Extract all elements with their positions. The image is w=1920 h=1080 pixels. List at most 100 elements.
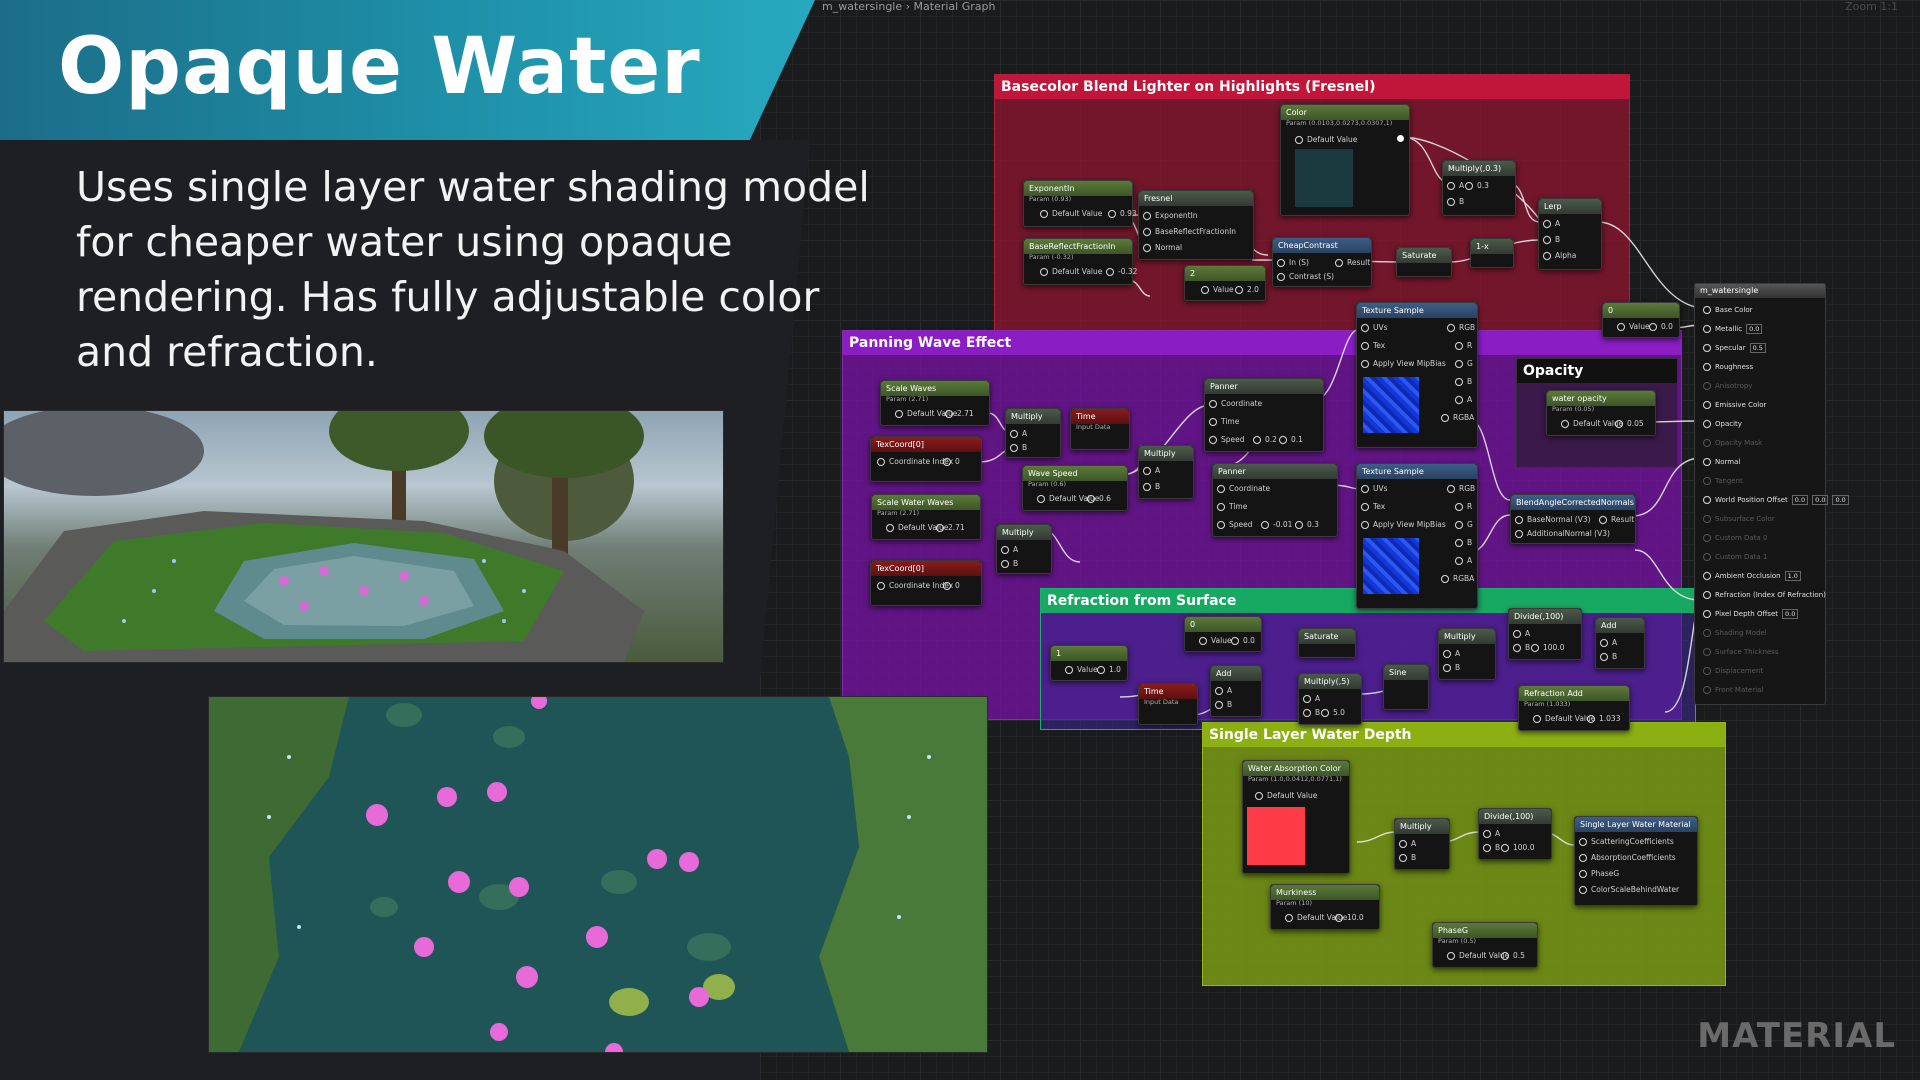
node-cheapcontrast-p1[interactable]: In (S) bbox=[1277, 258, 1309, 267]
node-scale-water-waves-val[interactable]: 2.71 bbox=[936, 523, 965, 532]
node-wave-speed-val[interactable]: 0.6 bbox=[1087, 494, 1111, 503]
node-divide-100-a-p2[interactable]: B bbox=[1513, 643, 1530, 652]
material-pin-subsurface-color[interactable]: Subsurface Color bbox=[1703, 515, 1775, 523]
node-add-2-p2[interactable]: B bbox=[1600, 652, 1617, 661]
node-multiply-b-p1[interactable]: A bbox=[1001, 545, 1018, 554]
node-const-0-ref[interactable]: 0 Value 0.0 bbox=[1184, 616, 1262, 652]
material-pin-value-val[interactable]: 1.0 bbox=[1784, 571, 1801, 581]
node-panner-2[interactable]: Panner Coordinate Time Speed -0.01 0.3 bbox=[1212, 463, 1338, 537]
node-sine[interactable]: Sine bbox=[1383, 664, 1429, 710]
material-pin-emissive-color[interactable]: Emissive Color bbox=[1703, 401, 1766, 409]
node-saturate-1[interactable]: Saturate bbox=[1396, 247, 1452, 277]
node-phaseg[interactable]: PhaseG Param (0.5) Default Value 0.5 bbox=[1432, 922, 1538, 968]
material-pin-anisotropy[interactable]: Anisotropy bbox=[1703, 382, 1752, 390]
node-lerp-p2[interactable]: B bbox=[1543, 235, 1560, 244]
ts1-rgba[interactable]: RGBA bbox=[1441, 413, 1474, 422]
node-wave-speed[interactable]: Wave Speed Param (0.6) Default Value 0.6 bbox=[1022, 465, 1128, 511]
node-multiply-r-p1[interactable]: A bbox=[1443, 649, 1460, 658]
color-swatch[interactable] bbox=[1295, 149, 1353, 207]
ts2-tex[interactable]: Tex bbox=[1361, 502, 1385, 511]
node-multiply-03[interactable]: Multiply(,0.3) A 0.3 B bbox=[1442, 160, 1516, 216]
node-cheapcontrast[interactable]: CheapContrast In (S) Contrast (S) Result bbox=[1272, 237, 1372, 287]
node-lerp-p1[interactable]: A bbox=[1543, 219, 1560, 228]
node-multiply-d[interactable]: Multiply A B bbox=[1394, 818, 1450, 870]
node-texcoord-2-val[interactable]: 0 bbox=[943, 581, 960, 590]
material-pin-metallic[interactable]: Metallic 0.0 bbox=[1703, 324, 1763, 334]
node-texture-sample-1[interactable]: Texture Sample UVs Tex Apply View MipBia… bbox=[1356, 302, 1478, 448]
node-slw-p2[interactable]: AbsorptionCoefficients bbox=[1579, 853, 1676, 862]
node-multiply-5-p2[interactable]: B bbox=[1303, 708, 1320, 717]
material-pin-roughness[interactable]: Roughness bbox=[1703, 363, 1753, 371]
node-lerp[interactable]: Lerp A B Alpha bbox=[1538, 198, 1602, 270]
ts2-uvs[interactable]: UVs bbox=[1361, 484, 1388, 493]
node-fresnel-p3[interactable]: Normal bbox=[1143, 243, 1182, 252]
material-pin-ambient-occlusion[interactable]: Ambient Occlusion 1.0 bbox=[1703, 571, 1801, 581]
node-multiply-5[interactable]: Multiply(,5) A B 5.0 bbox=[1298, 673, 1362, 725]
node-multiply-5-v2[interactable]: 5.0 bbox=[1321, 708, 1345, 717]
breadcrumb[interactable]: m_watersingle › Material Graph bbox=[822, 0, 995, 16]
node-multiply-03-v1[interactable]: 0.3 bbox=[1465, 181, 1489, 190]
ts1-g[interactable]: G bbox=[1455, 359, 1473, 368]
material-pin-specular[interactable]: Specular 0.5 bbox=[1703, 343, 1766, 353]
node-add-2-p1[interactable]: A bbox=[1600, 638, 1617, 647]
node-fresnel-p1[interactable]: ExponentIn bbox=[1143, 211, 1198, 220]
node-multiply-a-p1[interactable]: A bbox=[1010, 429, 1027, 438]
node-panner-1[interactable]: Panner Coordinate Time Speed 0.2 0.1 bbox=[1204, 378, 1324, 452]
material-output-node[interactable]: m_watersingle Base Color Metallic 0.0 Specu… bbox=[1694, 283, 1849, 705]
node-panner-2-p2[interactable]: Time bbox=[1217, 502, 1247, 511]
node-const-0-top-val[interactable]: 0.0 bbox=[1649, 322, 1673, 331]
node-scale-water-waves[interactable]: Scale Water Waves Param (2.71) Default Va… bbox=[871, 494, 981, 540]
node-absorption-color[interactable]: Water Absorption Color Param (1.0,0.0412,… bbox=[1242, 760, 1350, 874]
material-pin-custom-data-0[interactable]: Custom Data 0 bbox=[1703, 534, 1767, 542]
node-divide-100-a[interactable]: Divide(,100) A B 100.0 bbox=[1508, 608, 1582, 660]
node-divide-100-b-p1[interactable]: A bbox=[1483, 829, 1500, 838]
node-water-opacity-val[interactable]: 0.05 bbox=[1615, 419, 1644, 428]
material-pin-value-val[interactable]: 0.5 bbox=[1749, 343, 1766, 353]
material-pin-value-z[interactable]: 0.0 bbox=[1832, 495, 1849, 505]
node-saturate-2[interactable]: Saturate bbox=[1298, 628, 1356, 658]
material-pin-displacement[interactable]: Displacement bbox=[1703, 667, 1763, 675]
node-panner-1-p1[interactable]: Coordinate bbox=[1209, 399, 1262, 408]
node-blend-p2[interactable]: AdditionalNormal (V3) bbox=[1515, 529, 1610, 538]
node-color-param[interactable]: Color Param (0.0103,0.0273,0.0307,1) Defa… bbox=[1280, 104, 1410, 216]
material-pin-tangent[interactable]: Tangent bbox=[1703, 477, 1743, 485]
node-texcoord-1[interactable]: TexCoord[0] Coordinate Index 0 bbox=[870, 436, 982, 482]
node-lerp-p3[interactable]: Alpha bbox=[1543, 251, 1576, 260]
material-pin-base-color[interactable]: Base Color bbox=[1703, 306, 1753, 314]
node-murkiness-val[interactable]: 10.0 bbox=[1335, 913, 1364, 922]
node-texcoord-1-val[interactable]: 0 bbox=[943, 457, 960, 466]
material-pin-custom-data-1[interactable]: Custom Data 1 bbox=[1703, 553, 1767, 561]
node-divide-100-b[interactable]: Divide(,100) A B 100.0 bbox=[1478, 808, 1552, 860]
material-pin-value-val[interactable]: 0.0 bbox=[1746, 324, 1763, 334]
node-one-minus-x[interactable]: 1-x bbox=[1470, 238, 1514, 268]
node-panner-1-y[interactable]: 0.1 bbox=[1279, 435, 1303, 444]
node-const-0-top[interactable]: 0 Value 0.0 bbox=[1602, 302, 1680, 338]
material-pin-surface-thickness[interactable]: Surface Thickness bbox=[1703, 648, 1779, 656]
material-pin-refraction-index-of-refraction[interactable]: Refraction (Index Of Refraction) bbox=[1703, 591, 1826, 599]
node-texture-sample-2[interactable]: Texture Sample UVs Tex Apply View MipBia… bbox=[1356, 463, 1478, 609]
node-add-1-p1[interactable]: A bbox=[1215, 686, 1232, 695]
node-panner-1-x[interactable]: 0.2 bbox=[1253, 435, 1277, 444]
node-cheapcontrast-out[interactable]: Result bbox=[1335, 258, 1370, 267]
node-basereflect[interactable]: BaseReflectFractionIn Param (-0.32) Defau… bbox=[1023, 238, 1137, 285]
node-panner-2-p1[interactable]: Coordinate bbox=[1217, 484, 1270, 493]
node-murkiness[interactable]: Murkiness Param (10) Default Value 10.0 bbox=[1270, 884, 1380, 930]
node-exponentin-val[interactable]: 0.93 bbox=[1108, 209, 1137, 218]
ts2-b[interactable]: B bbox=[1455, 538, 1472, 547]
node-refraction-add[interactable]: Refraction Add Param (1.033) Default Valu… bbox=[1518, 685, 1630, 731]
ts2-rgba[interactable]: RGBA bbox=[1441, 574, 1474, 583]
ts1-b[interactable]: B bbox=[1455, 377, 1472, 386]
node-blend-normals[interactable]: BlendAngleCorrectedNormals BaseNormal (V… bbox=[1510, 494, 1636, 544]
node-multiply-c-p2[interactable]: B bbox=[1143, 482, 1160, 491]
node-exponentin[interactable]: ExponentIn Param (0.93) Default Value 0.9… bbox=[1023, 180, 1137, 227]
absorption-swatch[interactable] bbox=[1247, 807, 1305, 865]
node-add-2[interactable]: Add A B bbox=[1595, 617, 1645, 669]
node-panner-1-p2[interactable]: Time bbox=[1209, 417, 1239, 426]
ts2-g[interactable]: G bbox=[1455, 520, 1473, 529]
node-const-1-ref[interactable]: 1 Value 1.0 bbox=[1050, 645, 1128, 681]
ts2-r[interactable]: R bbox=[1455, 502, 1472, 511]
node-blend-out[interactable]: Result bbox=[1599, 515, 1634, 524]
material-pin-pixel-depth-offset[interactable]: Pixel Depth Offset 0.0 bbox=[1703, 609, 1799, 619]
node-multiply-r[interactable]: Multiply A B bbox=[1438, 628, 1496, 680]
node-multiply-c-p1[interactable]: A bbox=[1143, 466, 1160, 475]
